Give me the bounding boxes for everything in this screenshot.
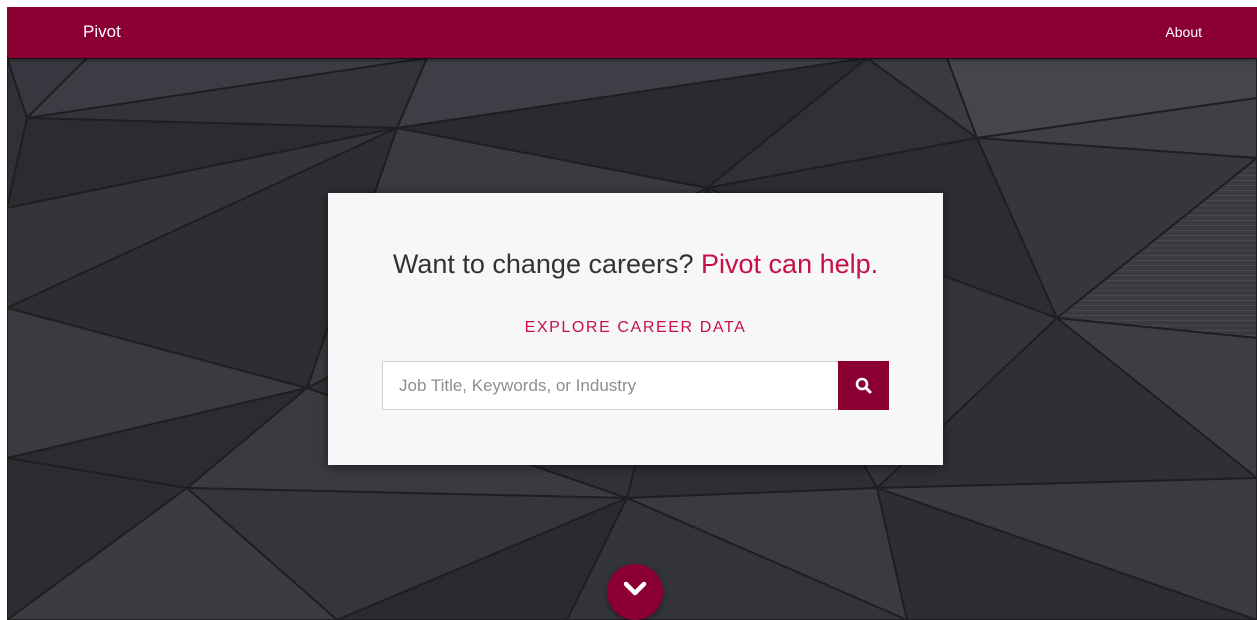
search-bar: [382, 361, 889, 410]
hero-headline: Want to change careers? Pivot can help.: [328, 247, 943, 281]
search-icon: [855, 377, 872, 394]
search-button[interactable]: [838, 361, 889, 410]
headline-main-text: Want to change careers?: [392, 249, 694, 279]
scroll-down-button[interactable]: [607, 564, 663, 620]
explore-career-data-link[interactable]: EXPLORE CAREER DATA: [328, 318, 943, 338]
page-frame: Pivot About Want to change careers? Pivo…: [7, 7, 1257, 620]
nav-about-link[interactable]: About: [1165, 23, 1202, 41]
brand-logo-link[interactable]: Pivot: [83, 22, 121, 42]
headline-accent-text: Pivot can help.: [701, 249, 879, 279]
search-input[interactable]: [382, 361, 838, 410]
chevron-down-icon: [623, 581, 647, 596]
top-navbar: Pivot About: [7, 7, 1257, 58]
hero-card: Want to change careers? Pivot can help. …: [328, 193, 943, 465]
